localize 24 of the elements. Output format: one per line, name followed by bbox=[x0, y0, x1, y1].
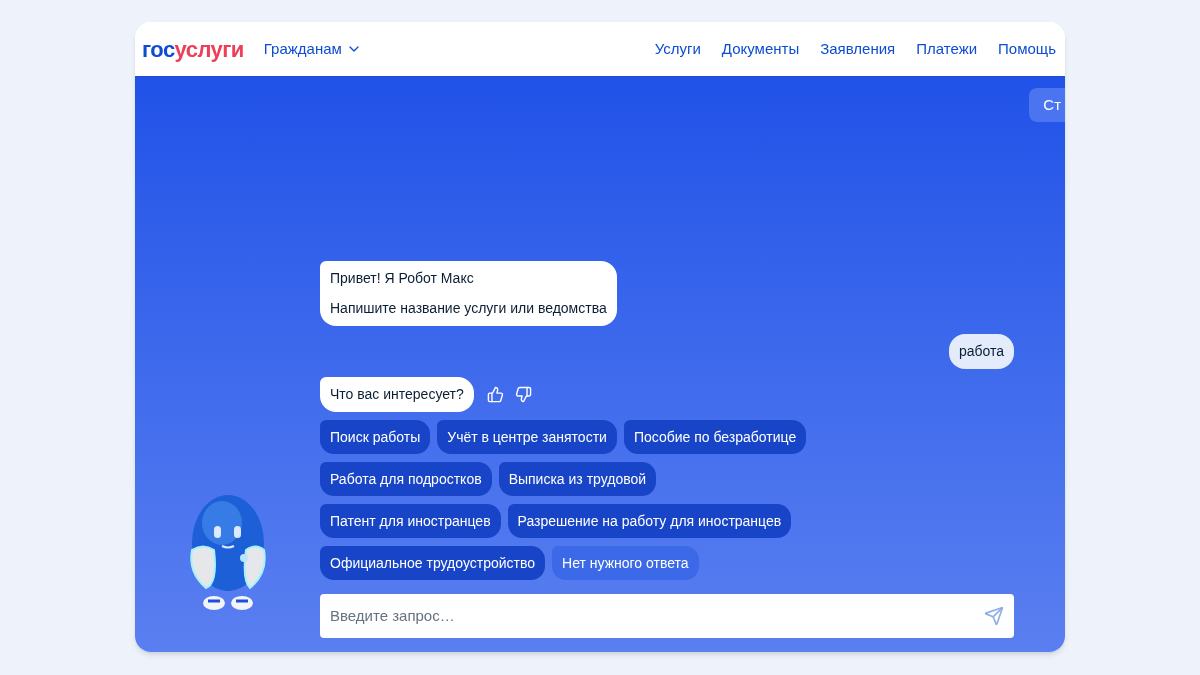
side-button[interactable]: Ст bbox=[1029, 88, 1065, 122]
nav-link[interactable]: Документы bbox=[721, 37, 800, 61]
query-input[interactable]: Введите запрос… bbox=[330, 604, 984, 628]
user-message: работа bbox=[948, 334, 1014, 369]
logo[interactable]: госуслуги bbox=[142, 32, 244, 66]
audience-menu[interactable]: Гражданам bbox=[263, 37, 362, 61]
suggestion-chip[interactable]: Официальное трудоустройство bbox=[320, 546, 545, 580]
suggestion-chip[interactable]: Нет нужного ответа bbox=[552, 546, 699, 580]
query-field[interactable]: Введите запрос… bbox=[320, 594, 1014, 638]
nav-link[interactable]: Платежи bbox=[916, 37, 978, 61]
suggestion-chip[interactable]: Патент для иностранцев bbox=[320, 504, 501, 538]
bot-message: Привет! Я Робот Макс Напишите название услуги или ведомства bbox=[320, 261, 617, 326]
nav-link[interactable]: Заявления bbox=[820, 37, 896, 61]
suggestion-chip[interactable]: Пособие по безработице bbox=[623, 420, 807, 454]
suggestion-chip[interactable]: Выписка из трудовой bbox=[498, 462, 657, 496]
suggestion-chip[interactable]: Поиск работы bbox=[320, 420, 431, 454]
suggestion-chip[interactable]: Разрешение на работу для иностранцев bbox=[507, 504, 792, 538]
thumbs-down-icon[interactable] bbox=[514, 386, 532, 403]
thumbs-up-icon[interactable] bbox=[486, 386, 504, 403]
nav-link[interactable]: Помощь bbox=[998, 37, 1056, 61]
bot-message: Что вас интересует? bbox=[320, 377, 474, 412]
suggestion-chip[interactable]: Учёт в центре занятости bbox=[437, 420, 617, 454]
suggestion-chip[interactable]: Работа для подростков bbox=[320, 462, 492, 496]
nav-link[interactable]: Услуги bbox=[654, 37, 701, 61]
